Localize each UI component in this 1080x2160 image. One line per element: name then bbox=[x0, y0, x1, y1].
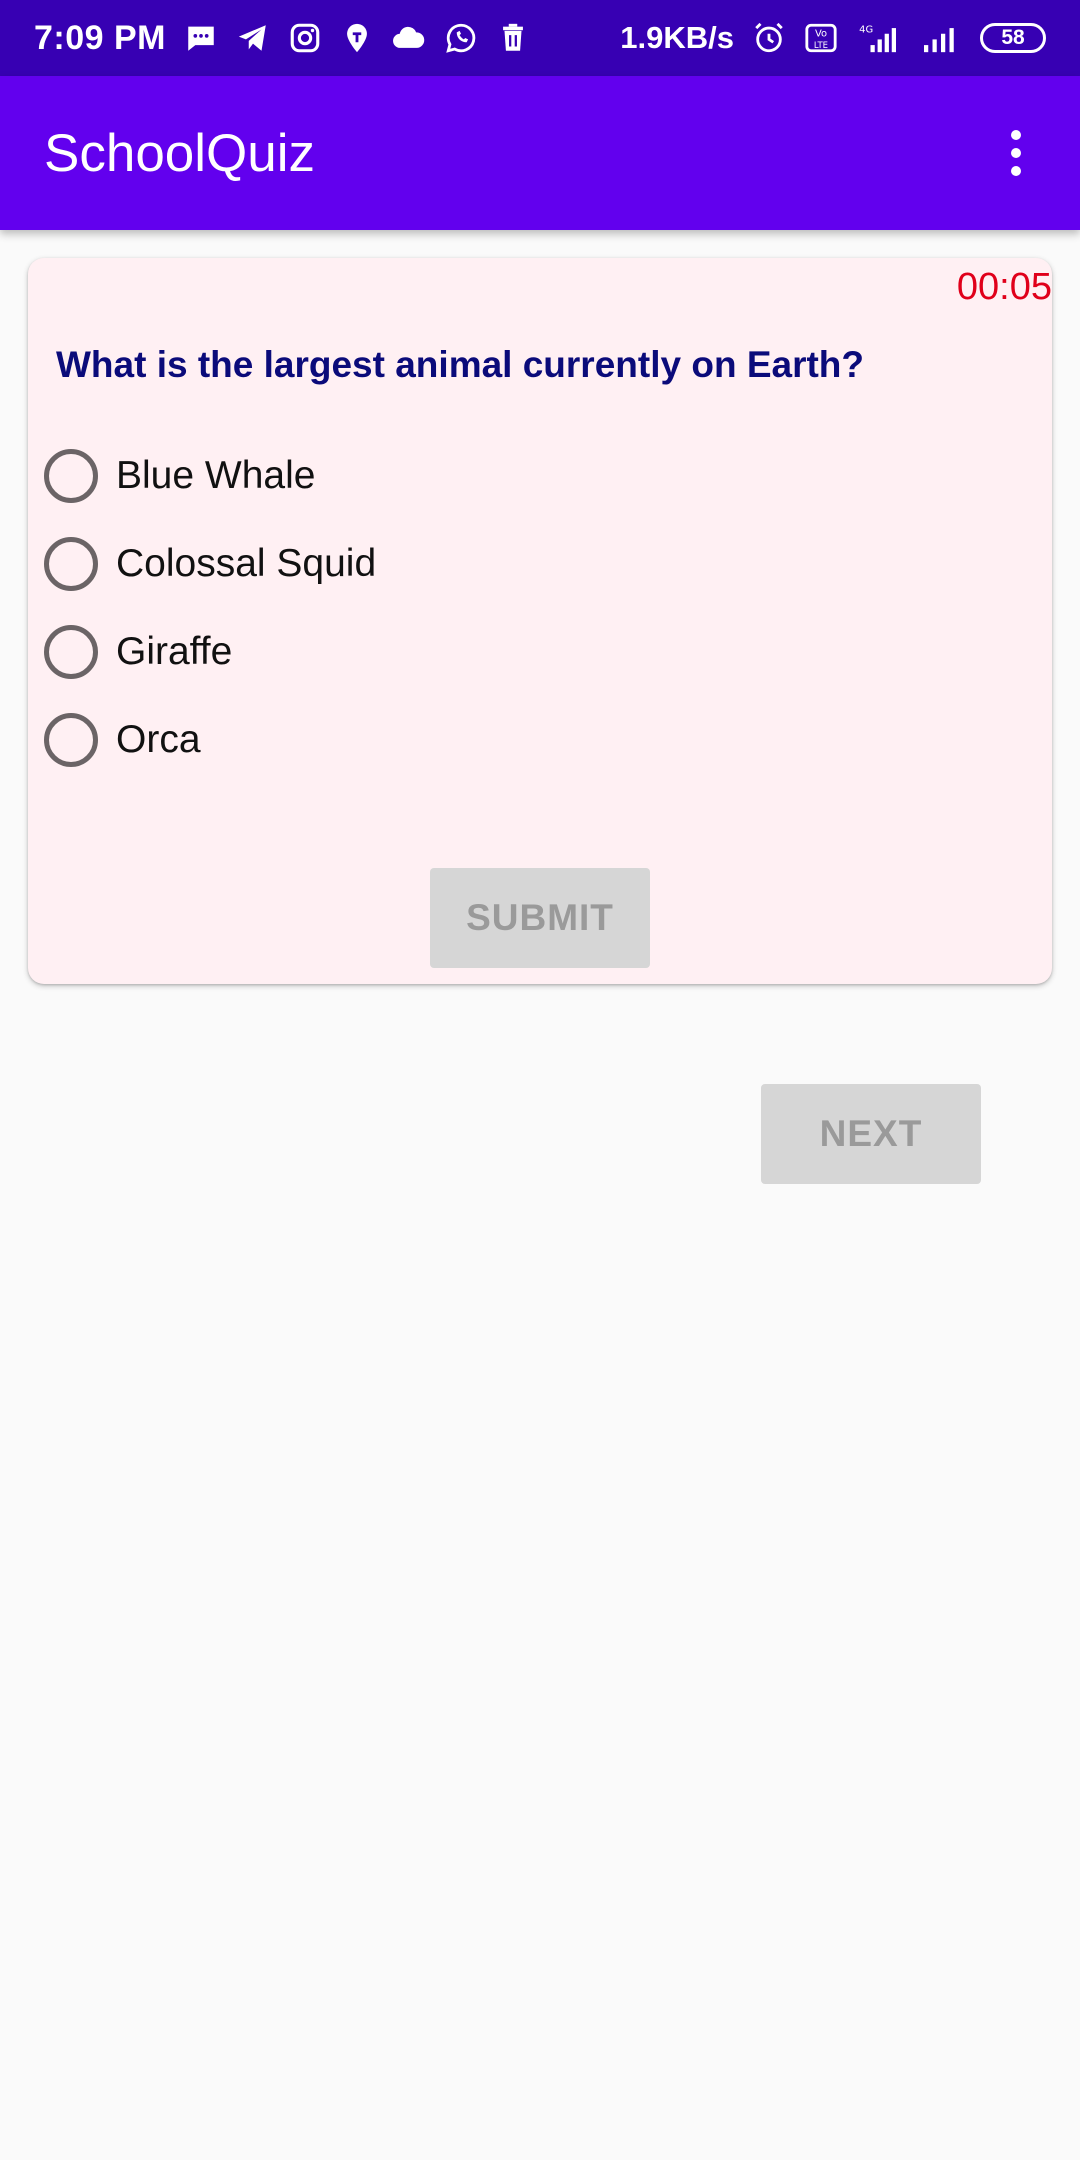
signal-4g-icon: 4G bbox=[856, 21, 902, 55]
svg-text:LTE: LTE bbox=[814, 41, 828, 51]
option-label: Giraffe bbox=[116, 630, 233, 673]
swiggy-icon bbox=[340, 21, 374, 55]
network-speed: 1.9KB/s bbox=[620, 20, 734, 55]
svg-text:4G: 4G bbox=[859, 24, 873, 35]
instagram-icon bbox=[288, 21, 322, 55]
signal-icon bbox=[920, 21, 962, 55]
next-button[interactable]: NEXT bbox=[761, 1084, 981, 1184]
alarm-icon bbox=[752, 21, 786, 55]
cloud-icon bbox=[392, 21, 426, 55]
countdown-timer: 00:05 bbox=[956, 266, 1052, 308]
option-giraffe[interactable]: Giraffe bbox=[44, 608, 376, 696]
status-time: 7:09 PM bbox=[34, 18, 166, 57]
telegram-icon bbox=[236, 21, 270, 55]
radio-button[interactable] bbox=[44, 713, 98, 767]
option-label: Orca bbox=[116, 718, 201, 761]
answer-options: Blue Whale Colossal Squid Giraffe Orca bbox=[44, 432, 376, 784]
overflow-dot bbox=[1011, 130, 1021, 140]
question-text: What is the largest animal currently on … bbox=[56, 344, 865, 385]
quiz-card: 00:05 What is the largest animal current… bbox=[28, 258, 1052, 984]
more-vert-icon[interactable] bbox=[992, 113, 1040, 193]
delete-icon bbox=[496, 21, 530, 55]
status-left: 7:09 PM bbox=[34, 19, 530, 58]
svg-text:Vo: Vo bbox=[815, 29, 827, 40]
radio-button[interactable] bbox=[44, 537, 98, 591]
status-right: 1.9KB/s Vo LTE 4G 58 bbox=[620, 20, 1046, 56]
option-orca[interactable]: Orca bbox=[44, 696, 376, 784]
option-colossal-squid[interactable]: Colossal Squid bbox=[44, 520, 376, 608]
battery-icon: 58 bbox=[980, 23, 1046, 53]
overflow-dot bbox=[1011, 166, 1021, 176]
app-title: SchoolQuiz bbox=[44, 123, 316, 183]
option-label: Blue Whale bbox=[116, 454, 316, 497]
radio-button[interactable] bbox=[44, 625, 98, 679]
radio-button[interactable] bbox=[44, 449, 98, 503]
submit-button[interactable]: SUBMIT bbox=[430, 868, 650, 968]
message-icon bbox=[184, 21, 218, 55]
option-blue-whale[interactable]: Blue Whale bbox=[44, 432, 376, 520]
whatsapp-icon bbox=[444, 21, 478, 55]
status-bar: 7:09 PM 1.9KB/s Vo LTE 4G 58 bbox=[0, 0, 1080, 76]
option-label: Colossal Squid bbox=[116, 542, 377, 585]
app-bar: SchoolQuiz bbox=[0, 76, 1080, 230]
volte-icon: Vo LTE bbox=[804, 21, 838, 55]
overflow-dot bbox=[1011, 148, 1021, 158]
